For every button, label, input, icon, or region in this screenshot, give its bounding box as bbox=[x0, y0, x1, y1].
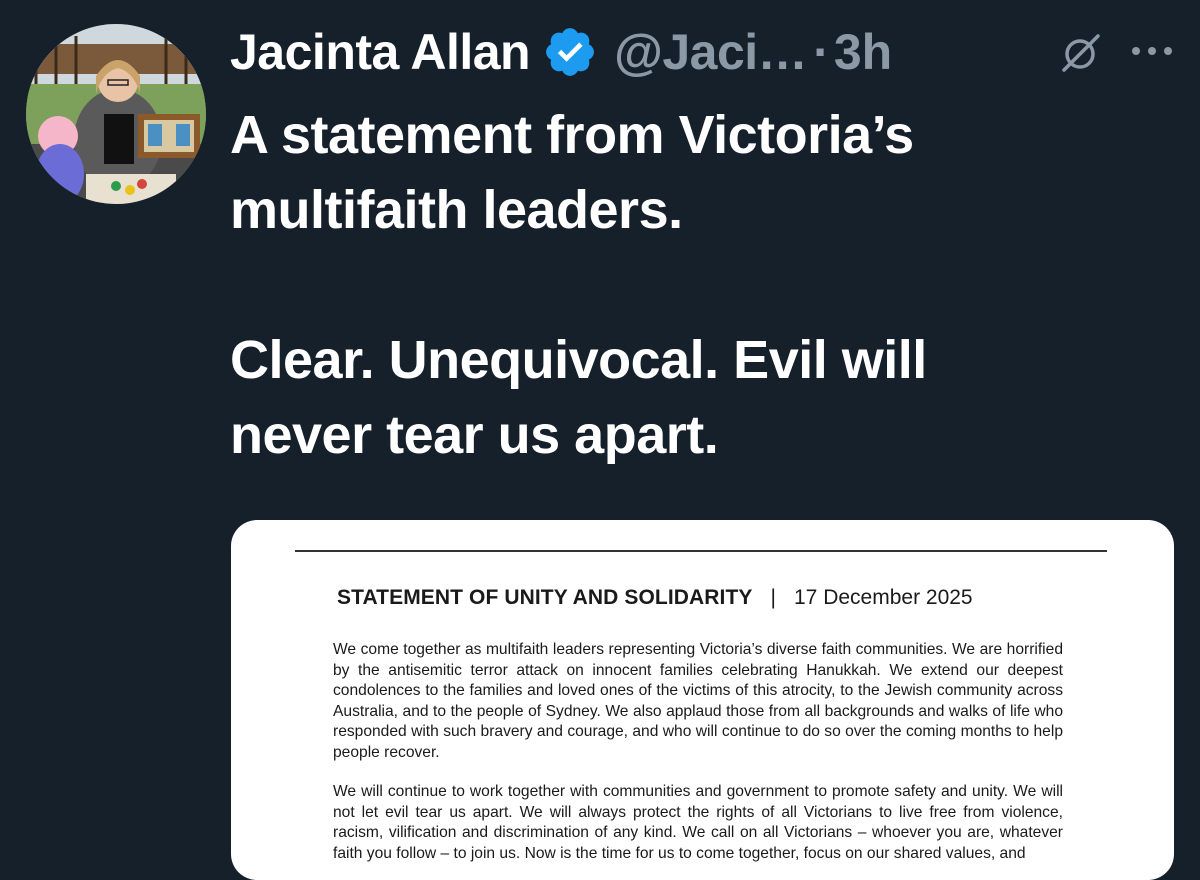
author-avatar[interactable] bbox=[26, 24, 206, 204]
more-options-icon[interactable] bbox=[1130, 36, 1174, 66]
author-handle[interactable]: @Jaci… bbox=[614, 23, 808, 81]
tweet-header: Jacinta Allan @Jaci… · 3h bbox=[230, 20, 1190, 84]
tweet-image-card[interactable]: STATEMENT OF UNITY AND SOLIDARITY | 17 D… bbox=[231, 520, 1174, 880]
tweet-timestamp[interactable]: 3h bbox=[834, 23, 892, 81]
document-paragraph-1: We come together as multifaith leaders r… bbox=[333, 641, 1063, 761]
tweet-text-line: Clear. Unequivocal. Evil will bbox=[230, 330, 927, 390]
document-paragraph-2: We will continue to work together with c… bbox=[333, 783, 1063, 862]
tweet-text: A statement from Victoria’s multifaith l… bbox=[230, 98, 1170, 473]
document-title-row: STATEMENT OF UNITY AND SOLIDARITY | 17 D… bbox=[337, 586, 1097, 610]
document-date: 17 December 2025 bbox=[794, 586, 973, 609]
tweet-text-line: multifaith leaders. bbox=[230, 180, 683, 240]
tweet-text-line: never tear us apart. bbox=[230, 405, 719, 465]
verified-badge-icon[interactable] bbox=[542, 24, 598, 80]
grok-icon[interactable] bbox=[1056, 28, 1104, 76]
document-header-rule bbox=[295, 550, 1107, 552]
document-title: STATEMENT OF UNITY AND SOLIDARITY bbox=[337, 586, 753, 609]
tweet-text-line: A statement from Victoria’s bbox=[230, 105, 914, 165]
author-display-name[interactable]: Jacinta Allan bbox=[230, 23, 531, 81]
avatar-photo bbox=[26, 24, 206, 204]
header-separator: · bbox=[813, 24, 830, 80]
document-title-divider: | bbox=[770, 586, 776, 609]
